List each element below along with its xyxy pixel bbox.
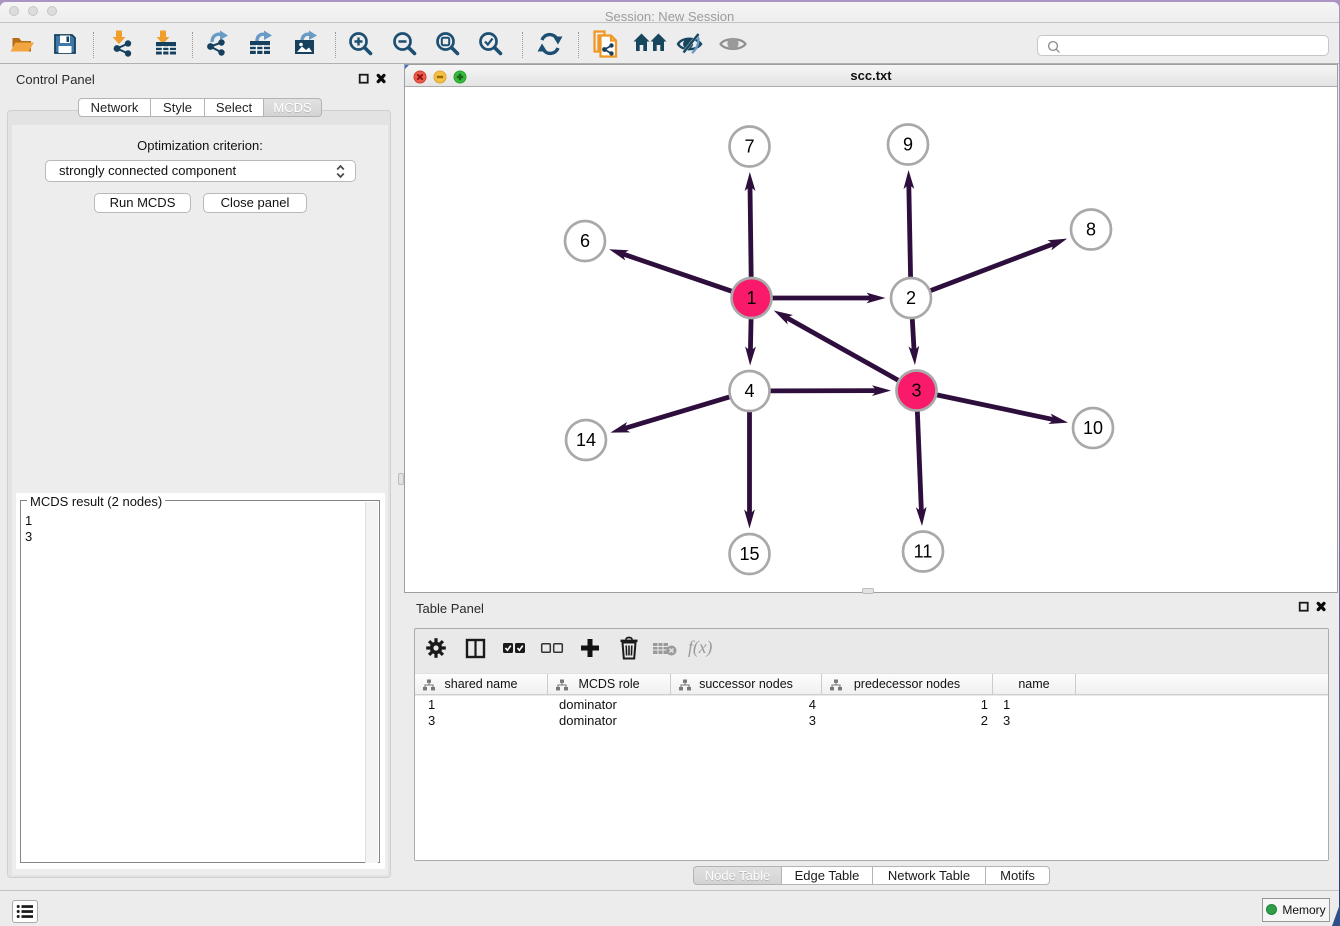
- svg-text:2: 2: [906, 288, 916, 308]
- svg-text:15: 15: [739, 544, 759, 564]
- svg-text:3: 3: [911, 381, 921, 401]
- svg-text:11: 11: [914, 542, 933, 562]
- svg-text:14: 14: [576, 430, 596, 450]
- svg-text:1: 1: [746, 288, 756, 308]
- svg-text:9: 9: [903, 135, 913, 155]
- svg-text:7: 7: [744, 137, 754, 157]
- svg-text:6: 6: [580, 231, 590, 251]
- svg-text:4: 4: [744, 381, 754, 401]
- svg-text:10: 10: [1083, 418, 1103, 438]
- svg-text:8: 8: [1086, 220, 1096, 240]
